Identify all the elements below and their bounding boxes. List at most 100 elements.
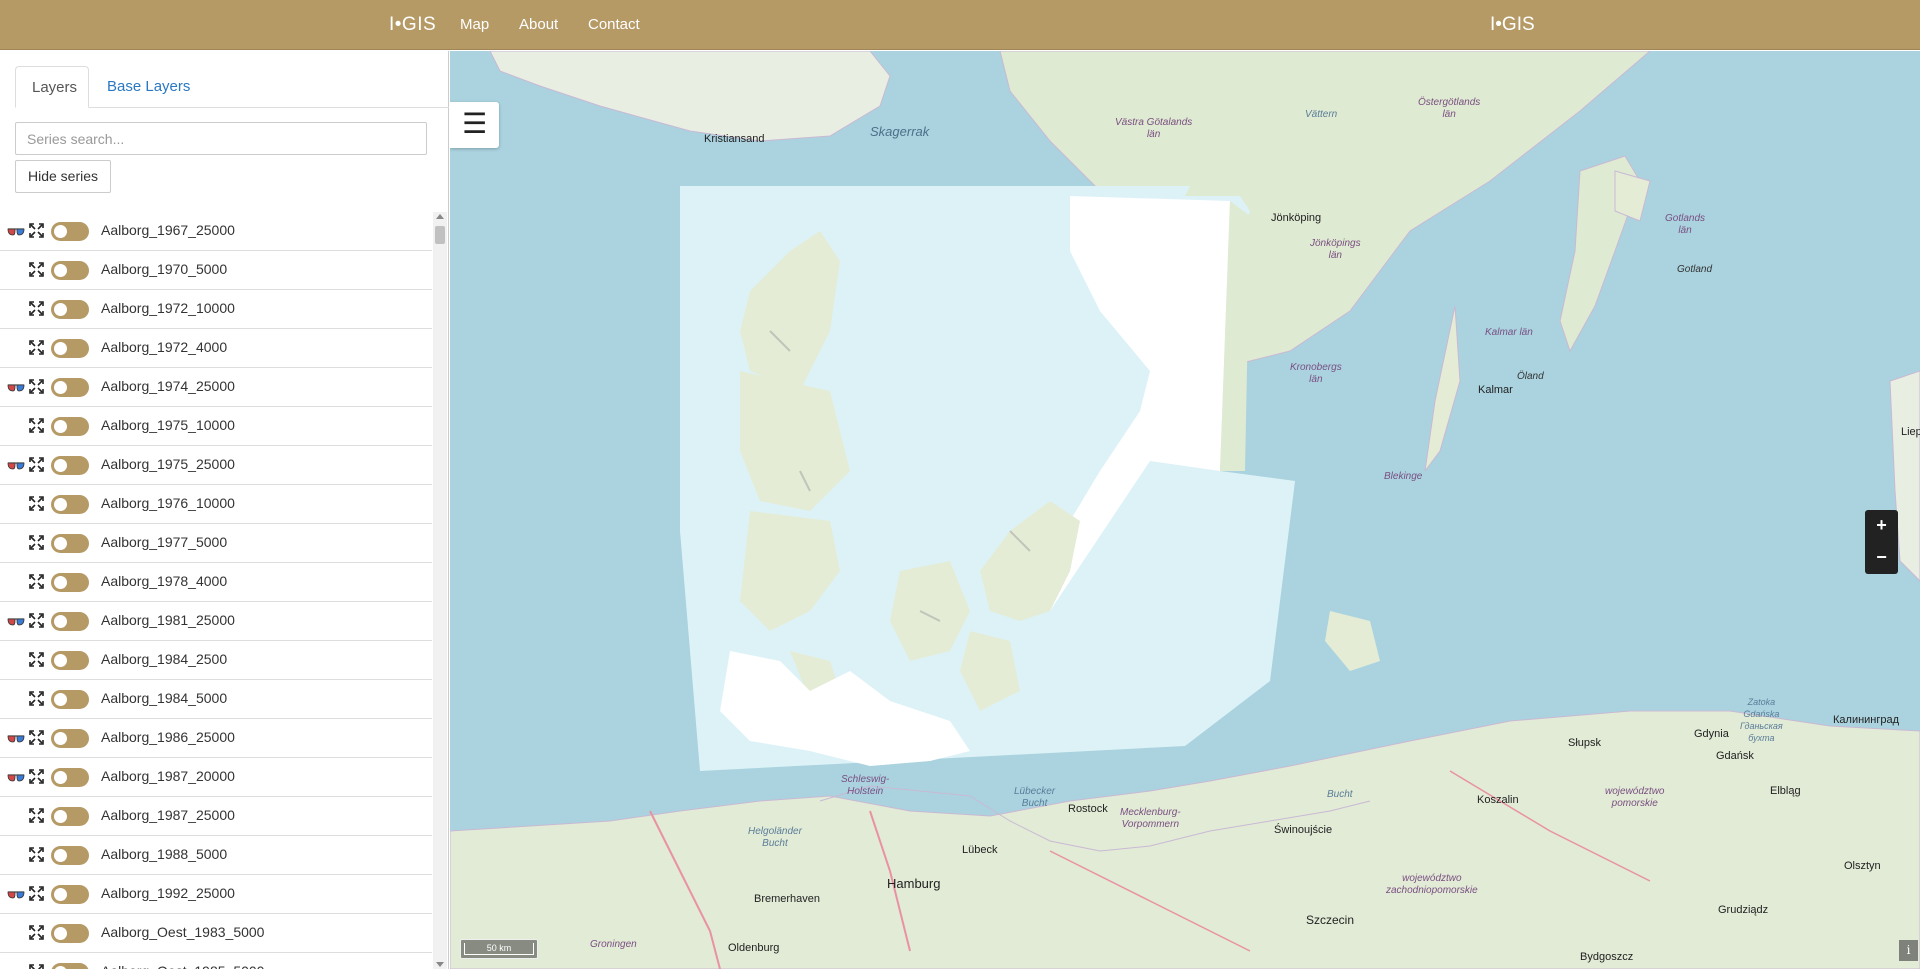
info-icon[interactable]: i xyxy=(1899,940,1918,961)
stereo-glasses-icon xyxy=(7,380,25,392)
zoom-extent-icon[interactable] xyxy=(29,223,44,238)
series-row[interactable]: Aalborg_1975_25000 xyxy=(0,446,432,485)
zoom-extent-icon[interactable] xyxy=(29,340,44,355)
series-visibility-toggle[interactable] xyxy=(51,534,89,553)
hide-series-button[interactable]: Hide series xyxy=(15,160,112,193)
zoom-extent-icon[interactable] xyxy=(29,652,44,667)
toggle-knob xyxy=(54,693,67,706)
toggle-knob xyxy=(54,537,67,550)
series-row[interactable]: Aalborg_1967_25000 xyxy=(0,212,432,251)
zoom-extent-icon[interactable] xyxy=(29,808,44,823)
scroll-down-arrow-icon[interactable] xyxy=(436,962,444,967)
series-row[interactable]: Aalborg_Oest_1985_5000 xyxy=(0,953,432,969)
zoom-extent-icon[interactable] xyxy=(29,457,44,472)
series-row[interactable]: Aalborg_1975_10000 xyxy=(0,407,432,446)
series-row[interactable]: Aalborg_1978_4000 xyxy=(0,563,432,602)
zoom-extent-icon[interactable] xyxy=(29,301,44,316)
series-label: Aalborg_1974_25000 xyxy=(101,378,235,394)
zoom-extent-icon[interactable] xyxy=(29,925,44,940)
zoom-extent-icon[interactable] xyxy=(29,691,44,706)
map-label-kronobergs: Kronobergs län xyxy=(1290,362,1342,385)
series-visibility-toggle[interactable] xyxy=(51,807,89,826)
nav-link-map[interactable]: Map xyxy=(460,16,489,33)
series-row[interactable]: Aalborg_1970_5000 xyxy=(0,251,432,290)
map-label-oland: Öland xyxy=(1517,371,1544,382)
series-visibility-toggle[interactable] xyxy=(51,924,89,943)
layer-menu-icon[interactable]: ☰ xyxy=(450,102,499,148)
map-label-oldenburg: Oldenburg xyxy=(728,942,780,954)
zoom-extent-icon[interactable] xyxy=(29,418,44,433)
zoom-extent-icon[interactable] xyxy=(29,613,44,628)
zoom-extent-icon[interactable] xyxy=(29,262,44,277)
map-view[interactable]: ☰ Skagerrak Kristiansand Västra Götaland… xyxy=(450,51,1920,969)
series-row[interactable]: Aalborg_1984_5000 xyxy=(0,680,432,719)
nav-link-about[interactable]: About xyxy=(519,16,558,33)
series-row[interactable]: Aalborg_1976_10000 xyxy=(0,485,432,524)
zoom-extent-icon[interactable] xyxy=(29,496,44,511)
base-map xyxy=(450,51,1920,969)
stereo-glasses-icon xyxy=(7,224,25,236)
series-visibility-toggle[interactable] xyxy=(51,651,89,670)
scroll-thumb[interactable] xyxy=(435,226,445,244)
tab-layers[interactable]: Layers xyxy=(15,66,89,108)
series-visibility-toggle[interactable] xyxy=(51,417,89,436)
zoom-out-button[interactable]: − xyxy=(1865,542,1898,574)
series-row[interactable]: Aalborg_1986_25000 xyxy=(0,719,432,758)
series-visibility-toggle[interactable] xyxy=(51,261,89,280)
series-row[interactable]: Aalborg_1981_25000 xyxy=(0,602,432,641)
toggle-knob xyxy=(54,303,67,316)
series-visibility-toggle[interactable] xyxy=(51,456,89,475)
series-visibility-toggle[interactable] xyxy=(51,300,89,319)
stereo-glasses-icon xyxy=(7,458,25,470)
series-label: Aalborg_1987_25000 xyxy=(101,807,235,823)
zoom-extent-icon[interactable] xyxy=(29,730,44,745)
series-visibility-toggle[interactable] xyxy=(51,768,89,787)
zoom-extent-icon[interactable] xyxy=(29,964,44,969)
series-scrollbar[interactable] xyxy=(433,212,447,969)
series-row[interactable]: Aalborg_1972_10000 xyxy=(0,290,432,329)
nav-link-contact[interactable]: Contact xyxy=(588,16,640,33)
series-row[interactable]: Aalborg_Oest_1983_5000 xyxy=(0,914,432,953)
map-label-mecklenburg: Mecklenburg- Vorpommern xyxy=(1120,807,1181,830)
zoom-extent-icon[interactable] xyxy=(29,379,44,394)
map-label-elblag: Elbląg xyxy=(1770,785,1801,797)
series-visibility-toggle[interactable] xyxy=(51,573,89,592)
zoom-extent-icon[interactable] xyxy=(29,535,44,550)
series-row[interactable]: Aalborg_1987_20000 xyxy=(0,758,432,797)
zoom-extent-icon[interactable] xyxy=(29,769,44,784)
series-visibility-toggle[interactable] xyxy=(51,378,89,397)
series-row[interactable]: Aalborg_1988_5000 xyxy=(0,836,432,875)
map-label-vastra-gotalands: Västra Götalands län xyxy=(1115,117,1193,140)
zoom-extent-icon[interactable] xyxy=(29,886,44,901)
series-visibility-toggle[interactable] xyxy=(51,612,89,631)
toggle-knob xyxy=(54,654,67,667)
zoom-extent-icon[interactable] xyxy=(29,574,44,589)
top-navbar: I•GIS Map About Contact I•GIS xyxy=(0,0,1920,50)
series-row[interactable]: Aalborg_1987_25000 xyxy=(0,797,432,836)
brand-logo[interactable]: I•GIS xyxy=(389,14,436,36)
series-row[interactable]: Aalborg_1992_25000 xyxy=(0,875,432,914)
series-visibility-toggle[interactable] xyxy=(51,846,89,865)
map-label-kalmar: Kalmar xyxy=(1478,384,1513,396)
map-label-jonkoping: Jönköping xyxy=(1271,212,1322,224)
scroll-up-arrow-icon[interactable] xyxy=(436,214,444,219)
tab-base-layers[interactable]: Base Layers xyxy=(91,66,206,108)
series-visibility-toggle[interactable] xyxy=(51,339,89,358)
map-label-kristiansand: Kristiansand xyxy=(704,133,765,145)
series-search-input[interactable] xyxy=(15,122,427,155)
series-label: Aalborg_Oest_1985_5000 xyxy=(101,963,264,969)
series-row[interactable]: Aalborg_1977_5000 xyxy=(0,524,432,563)
zoom-in-button[interactable]: + xyxy=(1865,510,1898,542)
series-row[interactable]: Aalborg_1974_25000 xyxy=(0,368,432,407)
series-row[interactable]: Aalborg_1972_4000 xyxy=(0,329,432,368)
series-visibility-toggle[interactable] xyxy=(51,222,89,241)
map-label-groningen: Groningen xyxy=(590,939,637,950)
series-visibility-toggle[interactable] xyxy=(51,495,89,514)
series-row[interactable]: Aalborg_1984_2500 xyxy=(0,641,432,680)
series-visibility-toggle[interactable] xyxy=(51,885,89,904)
zoom-extent-icon[interactable] xyxy=(29,847,44,862)
series-visibility-toggle[interactable] xyxy=(51,690,89,709)
series-visibility-toggle[interactable] xyxy=(51,729,89,748)
map-label-slupsk: Słupsk xyxy=(1568,737,1602,749)
series-visibility-toggle[interactable] xyxy=(51,963,89,969)
